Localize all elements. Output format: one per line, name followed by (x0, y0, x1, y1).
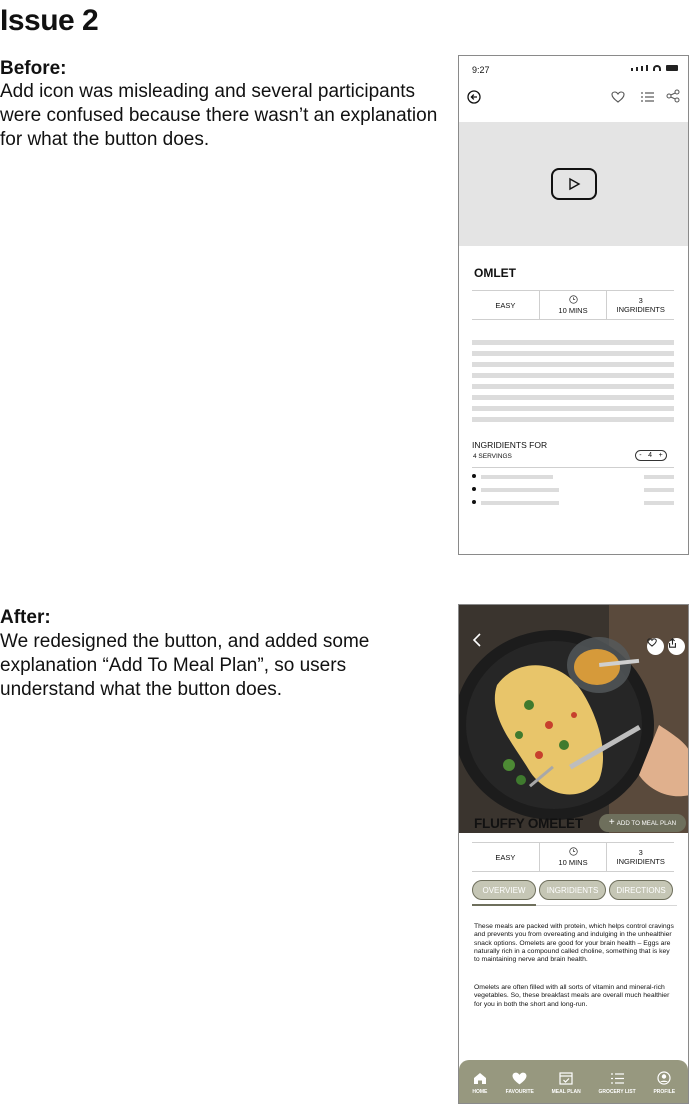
heart-icon (512, 1070, 528, 1086)
recipe-stats: EASY 10 MINS 3 INGRIDIENTS (472, 290, 674, 320)
decrement-button[interactable]: - (639, 452, 641, 459)
profile-icon (656, 1070, 672, 1086)
ingredients-count-stat: 3 INGRIDIENTS (606, 291, 674, 319)
list-item (472, 487, 674, 493)
back-arrow-icon[interactable] (467, 90, 481, 104)
ingredients-count-stat: 3 INGRIDIENTS (606, 843, 674, 871)
tab-ingredients[interactable]: INGRIDIENTS (539, 880, 606, 900)
before-phone-mockup: 9:27 OMLET EASY 10 MINS 3 INGRIDIENTS IN… (458, 55, 689, 555)
recipe-tabs: OVERVIEW INGRIDIENTS DIRECTIONS (472, 880, 677, 900)
nav-item-home[interactable]: HOME (472, 1070, 488, 1095)
recipe-title: OMLET (474, 266, 516, 280)
time-stat: 10 MINS (538, 291, 607, 319)
recipe-stats: EASY 10 MINS 3 INGRIDIENTS (472, 842, 674, 872)
divider (472, 467, 674, 468)
status-bar: 9:27 (459, 56, 688, 80)
after-phone-mockup: FLUFFY OMELET + ADD TO MEAL PLAN EASY 10… (458, 604, 689, 1104)
plus-icon: + (608, 817, 615, 828)
heart-icon[interactable] (611, 91, 625, 103)
text-placeholder (472, 373, 674, 378)
after-description: We redesigned the button, and added some… (0, 631, 370, 700)
nav-item-grocery-list[interactable]: GROCERY LIST (598, 1070, 636, 1095)
text-placeholder (472, 384, 674, 389)
before-description: Add icon was misleading and several part… (0, 81, 438, 150)
list-icon (609, 1070, 625, 1086)
tab-directions[interactable]: DIRECTIONS (609, 880, 673, 900)
recipe-hero-image (459, 605, 688, 833)
nav-item-favourite[interactable]: FAVOURITE (506, 1070, 534, 1095)
add-list-icon[interactable] (640, 91, 655, 103)
page-heading: Issue 2 (0, 4, 99, 37)
after-label: After: (0, 607, 51, 628)
before-label: Before: (0, 58, 67, 79)
nav-item-profile[interactable]: PROFILE (653, 1070, 675, 1095)
bottom-nav: HOME FAVOURITE MEAL PLAN GROCERY LIST PR… (459, 1060, 688, 1103)
wifi-icon (653, 65, 661, 71)
overview-paragraph: Omelets are often filled with all sorts … (474, 984, 670, 1008)
text-placeholder (472, 351, 674, 356)
text-placeholder (472, 406, 674, 411)
share-icon[interactable] (666, 89, 680, 103)
servings-value: 4 (648, 452, 653, 459)
home-icon (472, 1070, 488, 1086)
list-item (472, 500, 674, 506)
ingredients-title: INGRIDIENTS FOR (472, 440, 548, 450)
status-time: 9:27 (472, 65, 490, 75)
play-icon[interactable] (551, 168, 597, 200)
heart-icon[interactable] (647, 638, 664, 655)
difficulty-stat: EASY (495, 852, 516, 862)
top-nav (459, 86, 688, 110)
battery-icon (666, 65, 678, 71)
text-placeholder (472, 417, 674, 422)
difficulty-stat: EASY (495, 300, 516, 310)
servings-label: 4 SERVINGS (473, 453, 512, 460)
time-stat: 10 MINS (538, 843, 607, 871)
text-placeholder (472, 362, 674, 367)
increment-button[interactable]: + (659, 452, 663, 459)
active-tab-indicator (472, 904, 536, 906)
video-placeholder (459, 122, 688, 246)
share-icon[interactable] (668, 638, 685, 655)
servings-stepper[interactable]: - 4 + (635, 450, 667, 461)
add-to-meal-plan-button[interactable]: + ADD TO MEAL PLAN (599, 814, 686, 832)
clock-icon (568, 847, 578, 856)
signal-icon (631, 65, 678, 71)
nav-item-meal-plan[interactable]: MEAL PLAN (552, 1070, 581, 1095)
tab-overview[interactable]: OVERVIEW (472, 880, 536, 900)
add-to-meal-plan-label: ADD TO MEAL PLAN (616, 819, 677, 827)
clock-icon (568, 295, 578, 304)
recipe-title: FLUFFY OMELET (474, 816, 583, 831)
text-placeholder (472, 395, 674, 400)
list-item (472, 474, 674, 480)
text-placeholder (472, 340, 674, 345)
overview-paragraph: These meals are packed with protein, whi… (474, 923, 674, 964)
calendar-check-icon (558, 1070, 574, 1086)
